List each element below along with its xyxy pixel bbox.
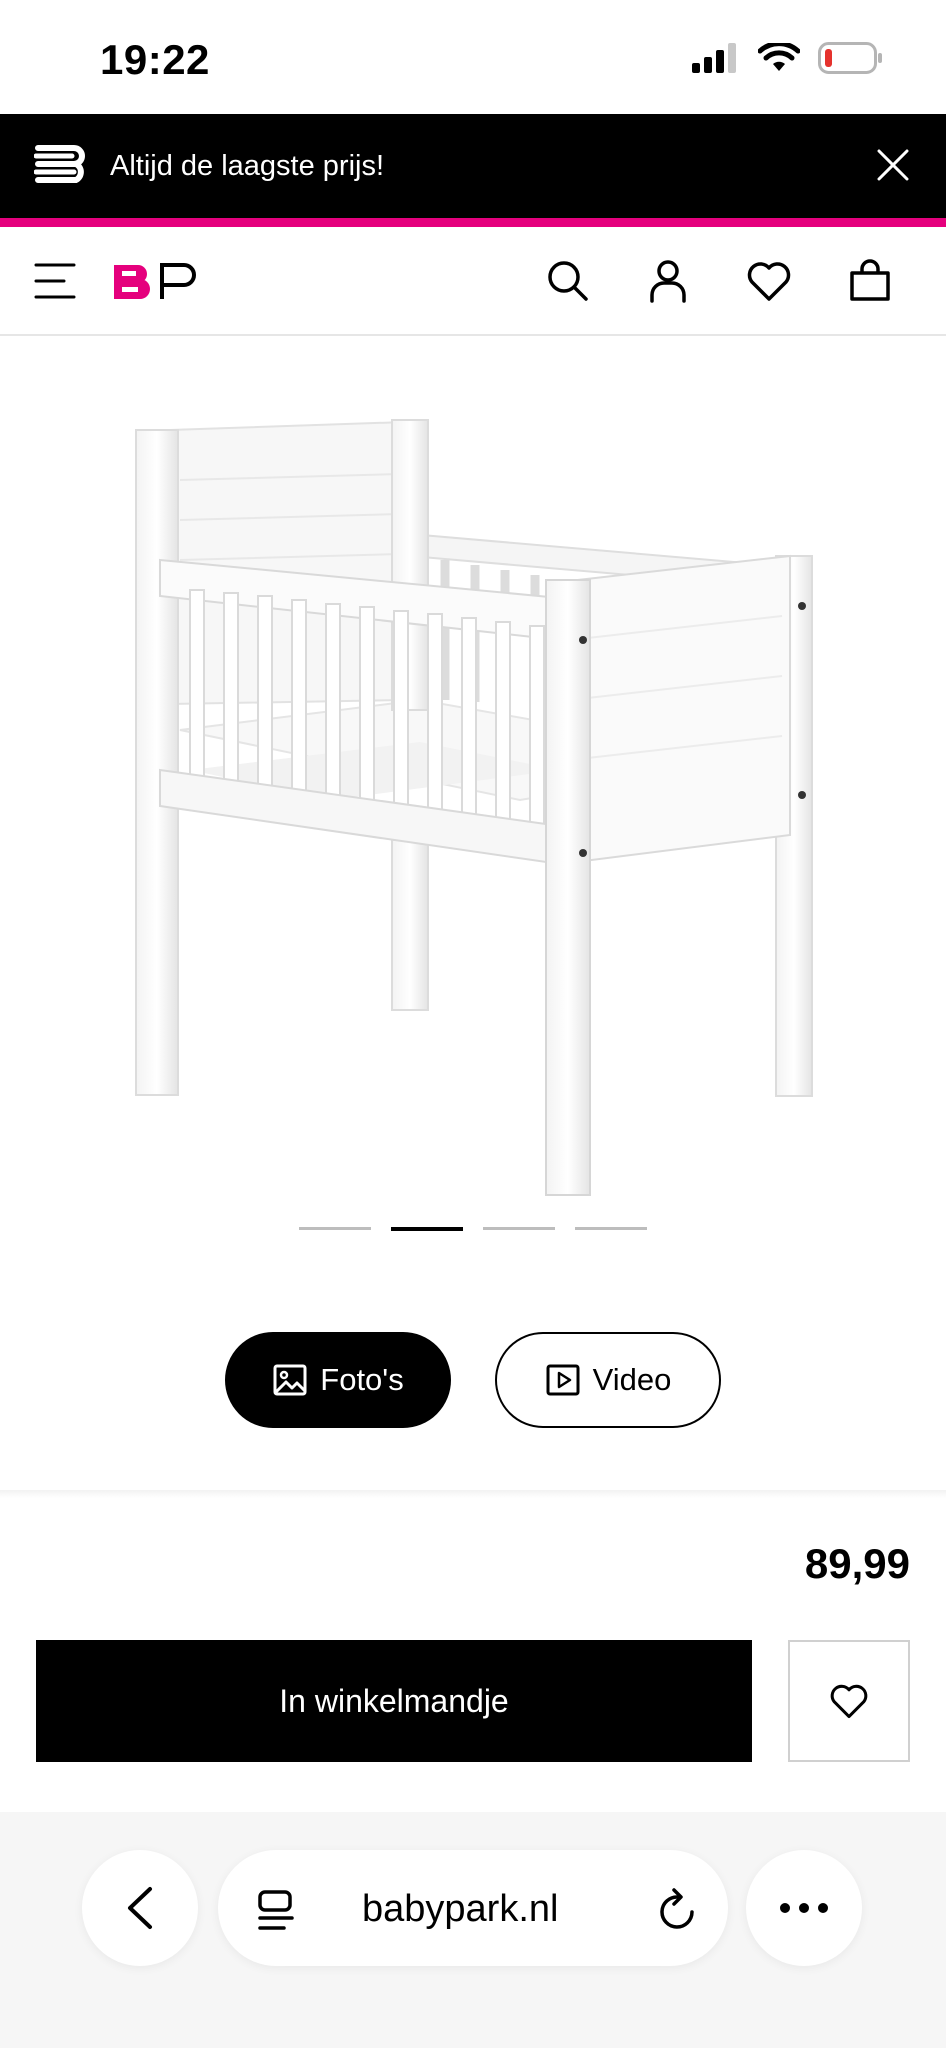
status-icons [692,42,884,74]
address-bar[interactable]: babypark.nl [218,1850,728,1966]
promo-text: Altijd de laagste prijs! [110,150,385,182]
media-toggle: Foto's Video [0,1332,946,1428]
product-price: 89,99 [804,1540,910,1587]
carousel-dot[interactable] [575,1227,647,1230]
carousel-dot-active[interactable] [391,1227,463,1231]
carousel-indicators [0,1227,946,1231]
promo-banner: Altijd de laagste prijs! [0,114,946,218]
bag-icon[interactable] [848,259,892,303]
product-image[interactable] [0,338,946,1238]
accent-divider [0,218,946,227]
url-text: babypark.nl [362,1888,559,1930]
section-divider [0,1490,946,1498]
more-icon [780,1903,828,1913]
reload-icon[interactable] [656,1886,700,1932]
add-to-cart-button[interactable]: In winkelmandje [36,1640,752,1762]
more-options-button[interactable] [746,1850,862,1966]
hamburger-icon[interactable] [34,259,76,303]
video-tab-label: Video [592,1362,672,1397]
image-icon [273,1364,307,1396]
browser-toolbar: babypark.nl [0,1812,946,2048]
video-tab[interactable]: Video [495,1332,721,1428]
user-icon[interactable] [646,259,690,303]
battery-icon [818,42,882,74]
search-icon[interactable] [546,259,590,303]
signal-icon [692,43,736,73]
brand-mark-icon [34,145,85,183]
heart-icon [830,1684,868,1719]
wifi-icon [758,43,800,71]
close-icon[interactable] [876,148,910,182]
play-icon [546,1364,580,1396]
photos-tab[interactable]: Foto's [225,1332,451,1428]
heart-icon[interactable] [746,259,792,303]
carousel-dot[interactable] [299,1227,371,1230]
status-bar: 19:22 [0,0,946,114]
reader-icon[interactable] [254,1888,298,1932]
carousel-dot[interactable] [483,1227,555,1230]
site-header [0,227,946,336]
back-button[interactable] [82,1850,198,1966]
chevron-left-icon [128,1887,152,1929]
add-to-wishlist-button[interactable] [788,1640,910,1762]
photos-tab-label: Foto's [320,1362,404,1397]
status-time: 19:22 [100,36,210,83]
site-logo[interactable] [112,259,202,303]
